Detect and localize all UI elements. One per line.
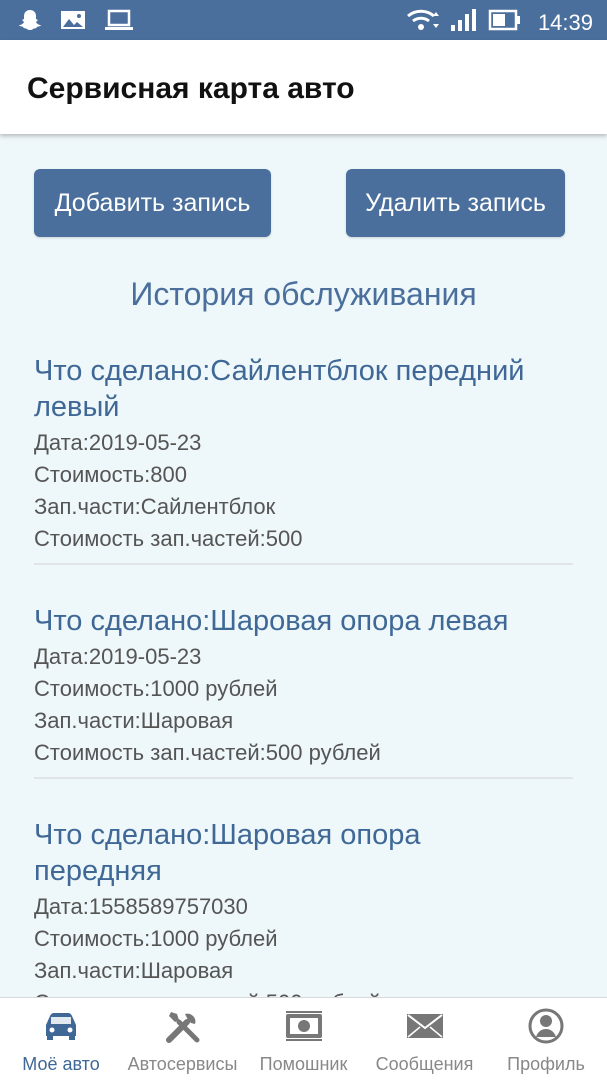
money-icon <box>284 1008 324 1044</box>
record-cost: Стоимость:1000 рублей <box>34 926 278 951</box>
section-title: История обслуживания <box>130 276 477 312</box>
main-content[interactable]: Добавить запись Удалить запись История о… <box>0 134 607 997</box>
signal-icon <box>450 8 478 37</box>
list-item[interactable]: Что сделано:Сайлентблок передний левый Д… <box>34 353 573 555</box>
wifi-icon <box>406 8 440 37</box>
nav-item-assistant[interactable]: Помошник <box>243 998 364 1081</box>
divider <box>34 563 573 565</box>
list-item[interactable]: Что сделано:Шаровая опора передняя Дата:… <box>34 817 573 997</box>
record-cost: Стоимость:800 <box>34 462 187 487</box>
nav-item-autoservices[interactable]: Автосервисы <box>122 998 243 1081</box>
record-what: Что сделано:Шаровая опора передняя <box>34 819 421 887</box>
list-item[interactable]: Что сделано:Шаровая опора левая Дата:201… <box>34 603 573 769</box>
battery-icon <box>488 8 522 37</box>
record-parts-cost: Стоимость зап.частей:500 рублей <box>34 740 381 765</box>
laptop-icon <box>104 9 134 36</box>
nav-item-messages[interactable]: Сообщения <box>364 998 485 1081</box>
clock-time: 14:39 <box>537 9 593 35</box>
divider <box>34 777 573 779</box>
nav-item-label: Сообщения <box>375 1054 474 1074</box>
mail-icon <box>406 1008 444 1044</box>
app-bar: Сервисная карта авто <box>0 40 607 134</box>
record-date: Дата:2019-05-23 <box>34 430 202 455</box>
page-title: Сервисная карта авто <box>27 72 355 105</box>
tools-icon <box>163 1008 203 1044</box>
record-parts: Зап.части:Шаровая <box>34 958 234 983</box>
record-parts: Зап.части:Шаровая <box>34 708 234 733</box>
nav-item-label: Помошник <box>259 1054 348 1074</box>
record-date: Дата:2019-05-23 <box>34 644 202 669</box>
record-what: Что сделано:Шаровая опора левая <box>34 605 509 637</box>
nav-item-label: Моё авто <box>22 1054 100 1074</box>
nav-item-profile[interactable]: Профиль <box>485 998 607 1081</box>
car-icon <box>42 1008 80 1044</box>
nav-item-my-car[interactable]: Моё авто <box>0 998 122 1081</box>
status-bar: 14:39 <box>0 0 607 40</box>
record-parts-cost: Стоимость зап.частей:500 <box>34 526 303 551</box>
add-record-button[interactable]: Добавить запись <box>34 169 271 237</box>
record-cost: Стоимость:1000 рублей <box>34 676 278 701</box>
record-what: Что сделано:Сайлентблок передний левый <box>34 355 525 423</box>
snapchat-icon <box>18 9 42 36</box>
profile-icon <box>528 1008 564 1044</box>
nav-item-label: Автосервисы <box>127 1054 238 1074</box>
record-parts: Зап.части:Сайлентблок <box>34 494 276 519</box>
nav-item-label: Профиль <box>507 1054 585 1074</box>
record-date: Дата:1558589757030 <box>34 894 248 919</box>
bottom-navigation: Моё авто Автосервисы Помошник Сообщения … <box>0 997 607 1081</box>
delete-record-button[interactable]: Удалить запись <box>346 169 565 237</box>
image-icon <box>60 10 86 35</box>
record-parts-cost: Стоимость зап.частей:500 рублей <box>34 987 573 997</box>
